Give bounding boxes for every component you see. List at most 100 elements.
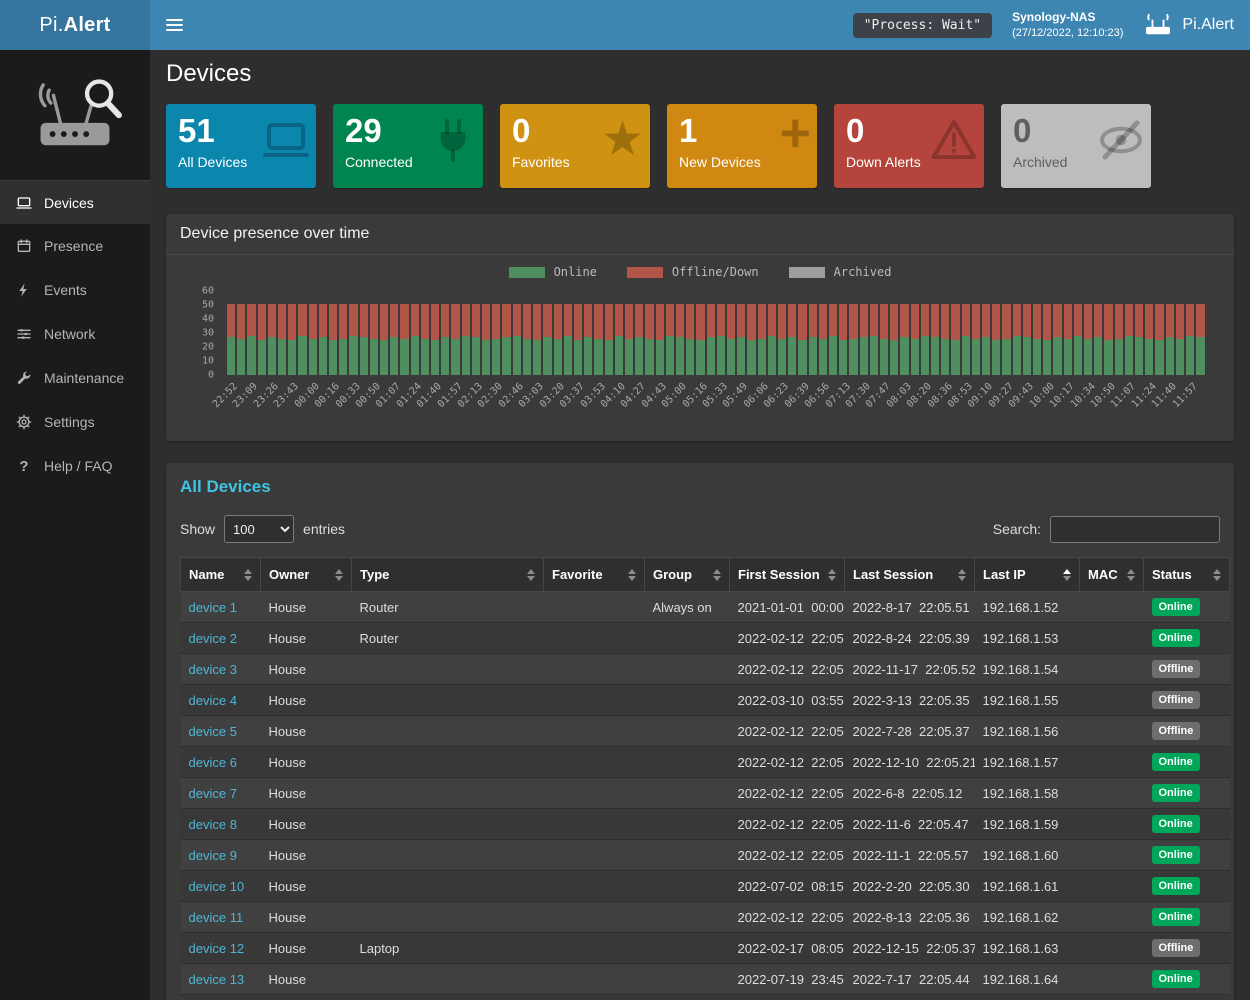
cell-last-session: 2022-7-28 22:05.37 [845,716,975,747]
device-link[interactable]: device 11 [189,910,244,925]
presence-bar [430,291,440,375]
cell-group [645,747,730,778]
sidebar-item-events[interactable]: Events [0,268,150,312]
presence-bar [257,291,267,375]
sidebar-item-help-faq[interactable]: ?Help / FAQ [0,444,150,488]
cell-type [352,654,544,685]
cell-mac [1080,623,1144,654]
cell-last-session: 2022-8-17 22:05.51 [845,592,975,623]
column-header-last-session[interactable]: Last Session [845,558,975,592]
cell-first-session: 2022-02-12 22:05 [730,623,845,654]
device-link[interactable]: device 9 [189,848,237,863]
presence-bar [501,291,511,375]
device-link[interactable]: device 8 [189,817,237,832]
question-icon: ? [15,457,33,475]
presence-bar [665,291,675,375]
cell-first-session: 2022-02-12 22:05 [730,809,845,840]
presence-bar [1063,291,1073,375]
cell-name: device 14 [181,995,261,1000]
presence-bar [1073,291,1083,375]
plus-icon: + [779,106,811,160]
device-link[interactable]: device 5 [189,724,237,739]
device-link[interactable]: device 6 [189,755,237,770]
sort-icon [822,569,836,581]
sidebar-item-settings[interactable]: Settings [0,400,150,444]
cell-last-ip: 192.168.1.55 [975,685,1080,716]
cell-favorite [544,995,645,1000]
column-header-mac[interactable]: MAC [1080,558,1144,592]
column-header-label: Last IP [983,567,1026,582]
cell-first-session: 2022-07-19 23:45 [730,964,845,995]
presence-bar [359,291,369,375]
search-input[interactable] [1050,516,1220,543]
column-header-name[interactable]: Name [181,558,261,592]
presence-bar [1022,291,1032,375]
status-badge: Online [1152,970,1200,988]
presence-bar [328,291,338,375]
device-link[interactable]: device 4 [189,693,237,708]
sidebar-item-devices[interactable]: Devices [0,180,150,224]
sidebar-menu: DevicesPresenceEventsNetworkMaintenance S… [0,180,150,488]
legend-swatch [509,267,545,278]
cell-type [352,995,544,1000]
column-header-status[interactable]: Status [1144,558,1230,592]
sidebar-item-presence[interactable]: Presence [0,224,150,268]
summary-card-all-devices[interactable]: 51All Devices [166,104,316,188]
entries-select[interactable]: 100 [224,515,294,543]
sort-icon [521,569,535,581]
cell-group [645,871,730,902]
device-link[interactable]: device 1 [189,600,237,615]
status-badge: Online [1152,598,1200,616]
device-link[interactable]: device 3 [189,662,237,677]
sidebar-toggle-button[interactable] [150,0,198,50]
cell-group [645,933,730,964]
cell-type: Router [352,592,544,623]
sidebar-item-label: Settings [44,414,95,430]
device-link[interactable]: device 12 [189,941,245,956]
summary-card-connected[interactable]: 29Connected [333,104,483,188]
column-header-first-session[interactable]: First Session [730,558,845,592]
column-header-type[interactable]: Type [352,558,544,592]
cell-last-ip: 192.168.1.52 [975,592,1080,623]
column-header-last-ip[interactable]: Last IP [975,558,1080,592]
cell-group [645,964,730,995]
cell-mac [1080,933,1144,964]
presence-bar [961,291,971,375]
cell-group [645,685,730,716]
status-badge: Offline [1152,691,1201,709]
presence-bar [308,291,318,375]
column-header-favorite[interactable]: Favorite [544,558,645,592]
cell-group [645,716,730,747]
cell-name: device 12 [181,933,261,964]
cell-owner: House [261,685,352,716]
summary-card-new-devices[interactable]: 1New Devices+ [667,104,817,188]
device-link[interactable]: device 10 [189,879,245,894]
cell-type [352,685,544,716]
cell-status: Online [1144,747,1230,778]
presence-bar [1165,291,1175,375]
cell-favorite [544,654,645,685]
summary-card-down-alerts[interactable]: 0Down Alerts [834,104,984,188]
presence-bar [726,291,736,375]
column-header-owner[interactable]: Owner [261,558,352,592]
y-axis-label: 20 [202,342,214,353]
router-icon [1143,13,1173,37]
sidebar-item-maintenance[interactable]: Maintenance [0,356,150,400]
device-link[interactable]: device 13 [189,972,245,987]
table-row: device 4House2022-03-10 03:552022-3-13 2… [181,685,1230,716]
device-link[interactable]: device 7 [189,786,237,801]
summary-card-archived[interactable]: 0Archived [1001,104,1151,188]
cell-last-ip: 192.168.1.61 [975,871,1080,902]
cell-first-session: 2022-02-12 22:05 [730,840,845,871]
table-row: device 2HouseRouter2022-02-12 22:052022-… [181,623,1230,654]
presence-bar [369,291,379,375]
presence-bar [869,291,879,375]
cell-favorite [544,685,645,716]
cell-mac [1080,685,1144,716]
column-header-group[interactable]: Group [645,558,730,592]
column-header-label: MAC [1088,567,1118,582]
device-link[interactable]: device 2 [189,631,237,646]
sidebar-item-network[interactable]: Network [0,312,150,356]
cell-status: Offline [1144,933,1230,964]
summary-card-favorites[interactable]: 0Favorites★ [500,104,650,188]
